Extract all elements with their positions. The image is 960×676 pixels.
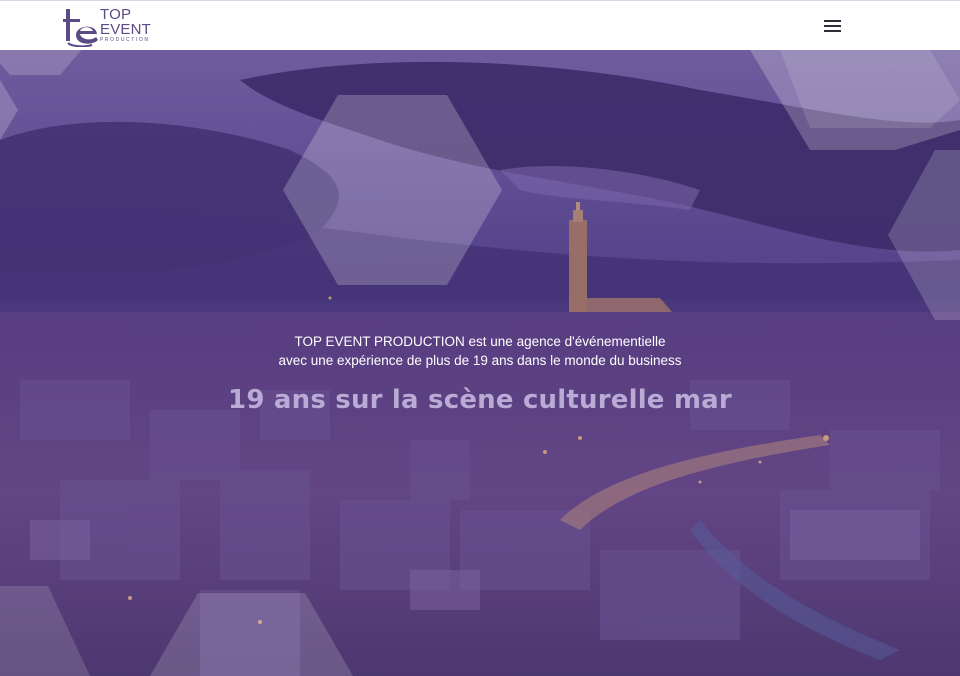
hero-content: TOP EVENT PRODUCTION est une agence d'év… bbox=[0, 332, 960, 433]
menu-bar-1 bbox=[824, 20, 841, 22]
logo-wordmark: TOP EVENT PRODUCTION bbox=[100, 7, 151, 44]
menu-bar-3 bbox=[824, 30, 841, 32]
logo[interactable]: TOP EVENT PRODUCTION bbox=[62, 5, 162, 47]
hero-tagline: 19 ans sur la scène culturelle mar bbox=[228, 385, 732, 415]
logo-line-top: TOP bbox=[100, 6, 132, 23]
hero-banner: TOP EVENT PRODUCTION est une agence d'év… bbox=[0, 50, 960, 676]
hero-intro-line-2: avec une expérience de plus de 19 ans da… bbox=[278, 353, 682, 368]
hamburger-menu-icon[interactable] bbox=[822, 17, 844, 35]
site-header: TOP EVENT PRODUCTION bbox=[0, 0, 960, 50]
hero-intro: TOP EVENT PRODUCTION est une agence d'év… bbox=[0, 332, 960, 370]
logo-line-production: PRODUCTION bbox=[100, 37, 150, 43]
logo-line-event: EVENT bbox=[100, 21, 152, 38]
logo-mark bbox=[63, 9, 98, 47]
hero-intro-line-1: TOP EVENT PRODUCTION est une agence d'év… bbox=[294, 334, 666, 349]
menu-bar-2 bbox=[824, 25, 841, 27]
